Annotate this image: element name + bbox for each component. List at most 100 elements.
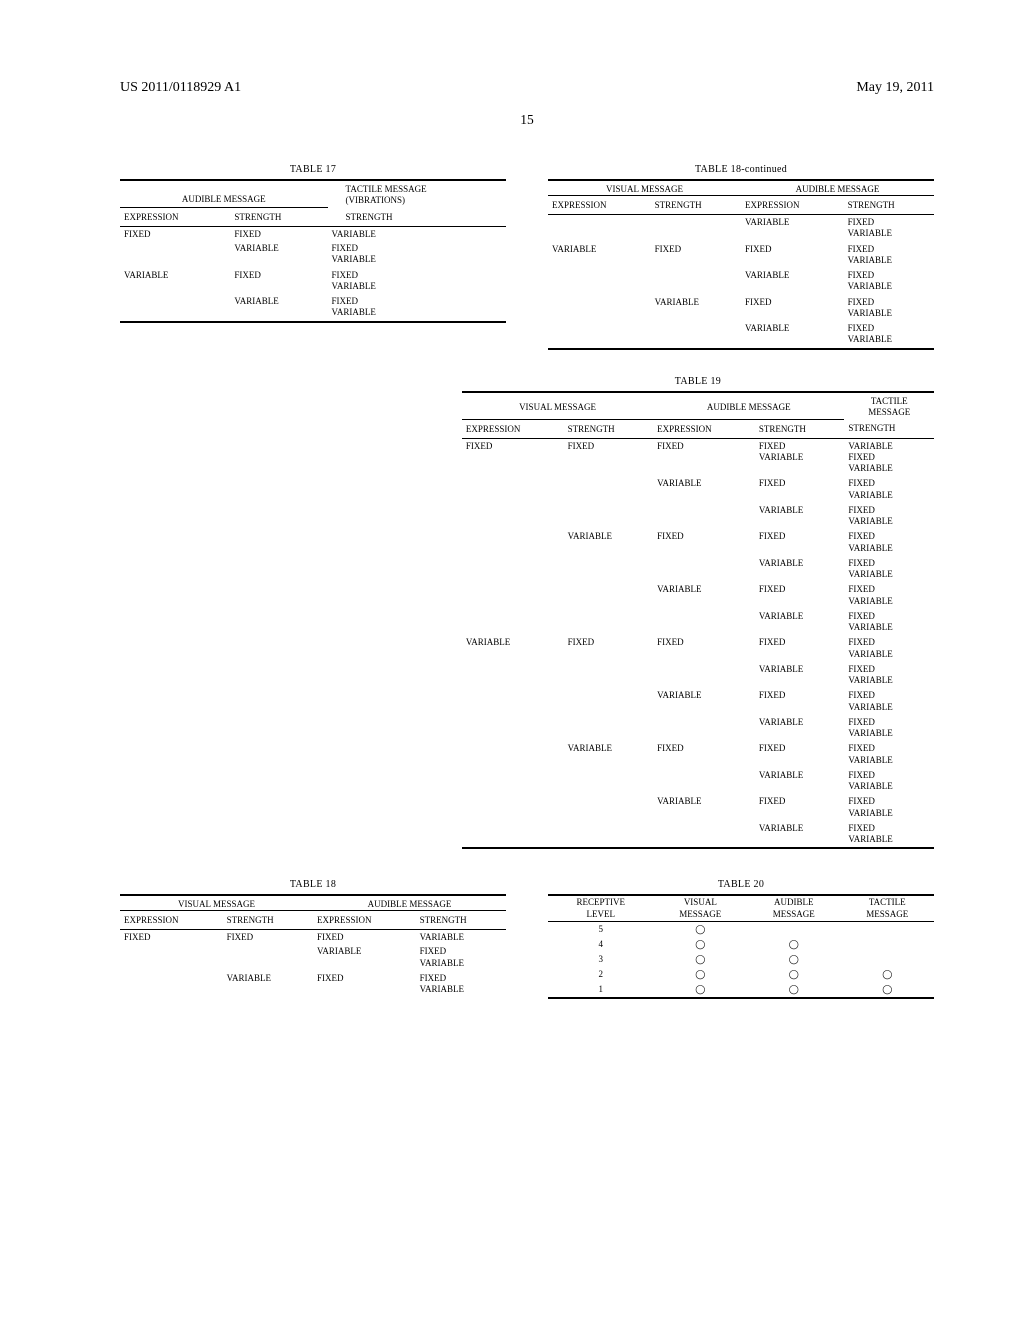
page-number: 15 — [120, 112, 934, 128]
table-cell: VARIABLE — [755, 768, 845, 795]
table-cell — [548, 215, 651, 242]
table-cell: FIXED — [564, 635, 654, 662]
table-row: VARIABLEFIXEDVARIABLE — [120, 294, 506, 322]
table-cell — [651, 268, 741, 295]
table18: VISUAL MESSAGE AUDIBLE MESSAGE EXPRESSIO… — [120, 894, 506, 997]
table18-sub-3: STRENGTH — [416, 911, 506, 930]
table-cell — [548, 268, 651, 295]
table-cell: FIXED — [653, 529, 755, 556]
table-cell — [462, 768, 564, 795]
table-cell: FIXED — [755, 529, 845, 556]
table-cell: 4 — [548, 937, 654, 952]
table18c-sub-3: STRENGTH — [844, 196, 934, 215]
table-cell — [653, 662, 755, 689]
table-cell: VARIABLE — [313, 944, 416, 971]
table-cell: FIXED — [755, 635, 845, 662]
table-row: VARIABLEFIXEDFIXEDFIXEDVARIABLE — [548, 242, 934, 269]
table-cell — [564, 476, 654, 503]
table-cell: VARIABLE — [230, 294, 327, 322]
table-cell: FIXED — [755, 582, 845, 609]
table-cell — [841, 937, 934, 952]
table-cell — [548, 295, 651, 322]
table-cell: FIXED — [230, 227, 327, 242]
table-cell: 3 — [548, 952, 654, 967]
table-cell: FIXED — [755, 741, 845, 768]
table-cell — [564, 794, 654, 821]
table-cell: ◯ — [747, 937, 840, 952]
table-row: FIXEDFIXEDFIXEDFIXEDVARIABLEVARIABLEFIXE… — [462, 438, 934, 476]
table-cell — [462, 556, 564, 583]
table-cell: FIXEDVARIABLE — [844, 715, 934, 742]
table18-sub-1: STRENGTH — [223, 911, 313, 930]
table-cell: FIXEDVARIABLE — [844, 794, 934, 821]
table-cell: VARIABLEFIXEDVARIABLE — [844, 438, 934, 476]
table18c-group-visual: VISUAL MESSAGE — [548, 180, 741, 196]
table18c-title: TABLE 18-continued — [548, 164, 934, 179]
table19: VISUAL MESSAGE AUDIBLE MESSAGE TACTILEME… — [462, 391, 934, 850]
table-cell: FIXEDVARIABLE — [328, 268, 506, 295]
table-cell: FIXEDVARIABLE — [844, 635, 934, 662]
table-row: VARIABLEFIXEDFIXEDFIXEDVARIABLE — [462, 529, 934, 556]
table-cell: FIXED — [653, 635, 755, 662]
table-row: VARIABLEFIXEDVARIABLE — [548, 215, 934, 242]
table-cell: VARIABLE — [755, 609, 845, 636]
table-cell: VARIABLE — [564, 741, 654, 768]
table-cell: ◯ — [654, 952, 747, 967]
table18-group-visual: VISUAL MESSAGE — [120, 895, 313, 911]
table-cell: FIXEDVARIABLE — [844, 242, 934, 269]
table-cell: VARIABLE — [741, 215, 844, 242]
table20: RECEPTIVELEVEL VISUALMESSAGE AUDIBLEMESS… — [548, 894, 934, 999]
table-row: VARIABLEFIXEDVARIABLE — [462, 662, 934, 689]
table17-sub-1: STRENGTH — [230, 208, 327, 227]
table19-group-audible: AUDIBLE MESSAGE — [653, 392, 844, 420]
table19-group-visual: VISUAL MESSAGE — [462, 392, 653, 420]
table-cell: FIXEDVARIABLE — [844, 688, 934, 715]
publication-date: May 19, 2011 — [856, 80, 934, 96]
table-cell — [841, 952, 934, 967]
table-cell: VARIABLE — [223, 971, 313, 998]
table-cell — [462, 794, 564, 821]
table-cell — [841, 921, 934, 937]
table-cell: FIXEDVARIABLE — [844, 295, 934, 322]
table-cell — [653, 503, 755, 530]
table-cell: FIXED — [313, 930, 416, 945]
table-cell: VARIABLE — [653, 794, 755, 821]
table19-sub-0: EXPRESSION — [462, 419, 564, 438]
table-cell — [462, 715, 564, 742]
table17-title: TABLE 17 — [120, 164, 506, 179]
table-cell — [564, 688, 654, 715]
table-cell — [462, 609, 564, 636]
table-cell — [564, 662, 654, 689]
table-cell: FIXED — [120, 227, 230, 242]
table-cell — [653, 609, 755, 636]
table-cell — [462, 741, 564, 768]
table17-sub-0: EXPRESSION — [120, 208, 230, 227]
table-cell — [120, 294, 230, 322]
table-cell: ◯ — [747, 967, 840, 982]
table-cell — [747, 921, 840, 937]
table-cell: FIXEDVARIABLE — [844, 556, 934, 583]
table-cell: FIXED — [120, 930, 223, 945]
table-cell — [462, 662, 564, 689]
table20-sub-2: AUDIBLEMESSAGE — [747, 895, 840, 921]
table-cell — [462, 688, 564, 715]
table-cell: FIXEDVARIABLE — [844, 215, 934, 242]
table18c-sub-1: STRENGTH — [651, 196, 741, 215]
table-row: VARIABLEFIXEDVARIABLE — [548, 268, 934, 295]
table-cell — [564, 609, 654, 636]
table-cell: FIXED — [755, 476, 845, 503]
table19-group-tactile: TACTILEMESSAGE — [844, 392, 934, 420]
table-row: VARIABLEFIXEDFIXEDVARIABLE — [462, 476, 934, 503]
table-row: 5◯ — [548, 921, 934, 937]
table20-sub-0: RECEPTIVELEVEL — [548, 895, 654, 921]
table19-sub-3: STRENGTH — [755, 419, 845, 438]
table-cell — [462, 582, 564, 609]
table18-sub-0: EXPRESSION — [120, 911, 223, 930]
table-row: VARIABLEFIXEDFIXEDVARIABLE — [462, 794, 934, 821]
table-cell: FIXEDVARIABLE — [416, 971, 506, 998]
table-cell: ◯ — [654, 967, 747, 982]
table-row: VARIABLEFIXEDVARIABLE — [120, 241, 506, 268]
table17-group-audible: AUDIBLE MESSAGE — [120, 180, 328, 208]
table-row: 2◯◯◯ — [548, 967, 934, 982]
table-cell — [564, 768, 654, 795]
